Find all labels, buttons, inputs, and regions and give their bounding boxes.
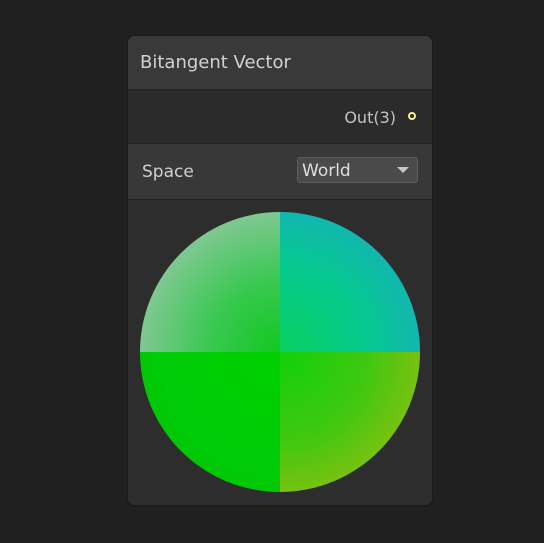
output-ports: Out(3) <box>128 90 432 144</box>
chevron-down-icon <box>397 167 409 173</box>
output-port-label: Out(3) <box>344 108 396 127</box>
node-title: Bitangent Vector <box>140 52 291 73</box>
output-port-connector[interactable] <box>408 112 416 120</box>
node-header[interactable]: Bitangent Vector <box>128 36 432 90</box>
sphere-shading <box>140 212 420 492</box>
space-dropdown[interactable]: World <box>297 157 418 183</box>
preview-area <box>128 200 432 505</box>
bitangent-vector-node[interactable]: Bitangent Vector Out(3) Space World <box>128 36 432 505</box>
space-label: Space <box>142 162 194 182</box>
space-dropdown-value: World <box>302 161 351 181</box>
space-control-row: Space World <box>128 144 432 200</box>
sphere-preview <box>140 212 420 492</box>
